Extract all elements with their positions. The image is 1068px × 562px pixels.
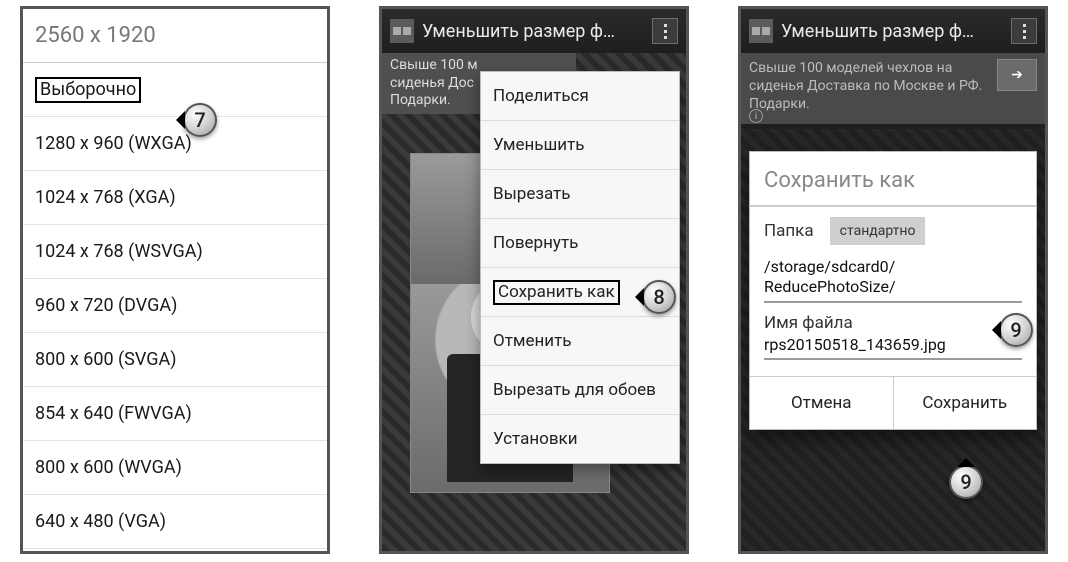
cancel-button[interactable]: Отмена bbox=[750, 377, 893, 429]
screen-save-dialog: Уменьшить размер ф… Свыше 100 моделей че… bbox=[738, 6, 1048, 554]
size-list: 2560 x 1920 Выборочно 1280 x 960 (WXGA) … bbox=[23, 9, 327, 551]
menu-label: Поделиться bbox=[493, 86, 589, 106]
menu-label: Уменьшить bbox=[493, 135, 584, 155]
ad-text: Свыше 100 моделей чехлов на сиденья Дост… bbox=[749, 59, 982, 114]
menu-share[interactable]: Поделиться bbox=[481, 72, 679, 121]
menu-reduce[interactable]: Уменьшить bbox=[481, 121, 679, 170]
size-item[interactable]: 800 x 600 (SVGA) bbox=[23, 333, 327, 387]
ad-info-icon[interactable]: i bbox=[749, 109, 763, 123]
size-item[interactable]: 1024 x 768 (WSVGA) bbox=[23, 225, 327, 279]
app-title: Уменьшить размер ф… bbox=[781, 21, 974, 42]
menu-crop[interactable]: Вырезать bbox=[481, 170, 679, 219]
screen-size-picker: 2560 x 1920 Выборочно 1280 x 960 (WXGA) … bbox=[20, 6, 330, 554]
size-item-label: 800 x 600 (SVGA) bbox=[35, 349, 177, 370]
menu-label: Повернуть bbox=[493, 233, 578, 253]
callout-9a: 9 bbox=[999, 313, 1033, 347]
screen-context-menu: Уменьшить размер ф… Свыше 100 м сиденья … bbox=[379, 6, 689, 554]
size-list-title: 2560 x 1920 bbox=[23, 9, 327, 63]
overflow-button[interactable] bbox=[1011, 18, 1037, 44]
app-bar: Уменьшить размер ф… bbox=[382, 9, 686, 53]
save-button[interactable]: Сохранить bbox=[893, 377, 1037, 429]
menu-label: Отменить bbox=[493, 331, 572, 351]
ad-arrow-icon[interactable]: ➔ bbox=[997, 59, 1037, 91]
callout-7: 7 bbox=[183, 103, 217, 137]
overflow-button[interactable] bbox=[652, 18, 678, 44]
size-item-label: 960 x 720 (DVGA) bbox=[35, 295, 177, 316]
size-item[interactable]: 854 x 640 (FWVGA) bbox=[23, 387, 327, 441]
size-item-label: 1024 x 768 (XGA) bbox=[35, 187, 176, 208]
ad-text: Свыше 100 м сиденья Дос Подарки. bbox=[390, 57, 478, 110]
callout-8: 8 bbox=[642, 280, 676, 314]
size-item-label: Выборочно bbox=[35, 77, 141, 103]
menu-cancel[interactable]: Отменить bbox=[481, 317, 679, 366]
folder-default-button[interactable]: стандартно bbox=[830, 217, 926, 245]
size-item-custom[interactable]: Выборочно bbox=[23, 63, 327, 117]
size-item[interactable]: 1024 x 768 (XGA) bbox=[23, 171, 327, 225]
menu-label: Сохранить как bbox=[493, 280, 620, 305]
menu-label: Вырезать для обоев bbox=[493, 380, 656, 400]
folder-path-field[interactable]: /storage/sdcard0/ ReducePhotoSize/ bbox=[764, 255, 1022, 303]
ad-banner[interactable]: Свыше 100 моделей чехлов на сиденья Дост… bbox=[741, 53, 1045, 124]
size-item[interactable]: 960 x 720 (DVGA) bbox=[23, 279, 327, 333]
menu-label: Установки bbox=[493, 429, 578, 449]
app-bar: Уменьшить размер ф… bbox=[741, 9, 1045, 53]
menu-label: Вырезать bbox=[493, 184, 571, 204]
menu-settings[interactable]: Установки bbox=[481, 415, 679, 463]
size-item-label: 1024 x 768 (WSVGA) bbox=[35, 241, 203, 262]
size-item[interactable]: 800 x 600 (WVGA) bbox=[23, 441, 327, 495]
menu-wallpaper[interactable]: Вырезать для обоев bbox=[481, 366, 679, 415]
size-item-label: 640 x 480 (VGA) bbox=[35, 511, 166, 532]
size-item-label: 800 x 600 (WVGA) bbox=[35, 457, 182, 478]
save-as-dialog: Сохранить как Папка стандартно /storage/… bbox=[749, 151, 1037, 430]
app-title: Уменьшить размер ф… bbox=[422, 21, 615, 42]
app-icon bbox=[749, 19, 773, 43]
context-menu: Поделиться Уменьшить Вырезать Повернуть … bbox=[480, 71, 680, 464]
menu-rotate[interactable]: Повернуть bbox=[481, 219, 679, 268]
size-item[interactable]: 640 x 480 (VGA) bbox=[23, 495, 327, 549]
dialog-title: Сохранить как bbox=[764, 152, 1022, 205]
size-item-label: 1280 x 960 (WXGA) bbox=[35, 133, 192, 154]
callout-9b: 9 bbox=[949, 465, 983, 499]
app-icon bbox=[390, 19, 414, 43]
folder-label: Папка bbox=[764, 221, 814, 241]
size-item-label: 854 x 640 (FWVGA) bbox=[35, 403, 192, 424]
